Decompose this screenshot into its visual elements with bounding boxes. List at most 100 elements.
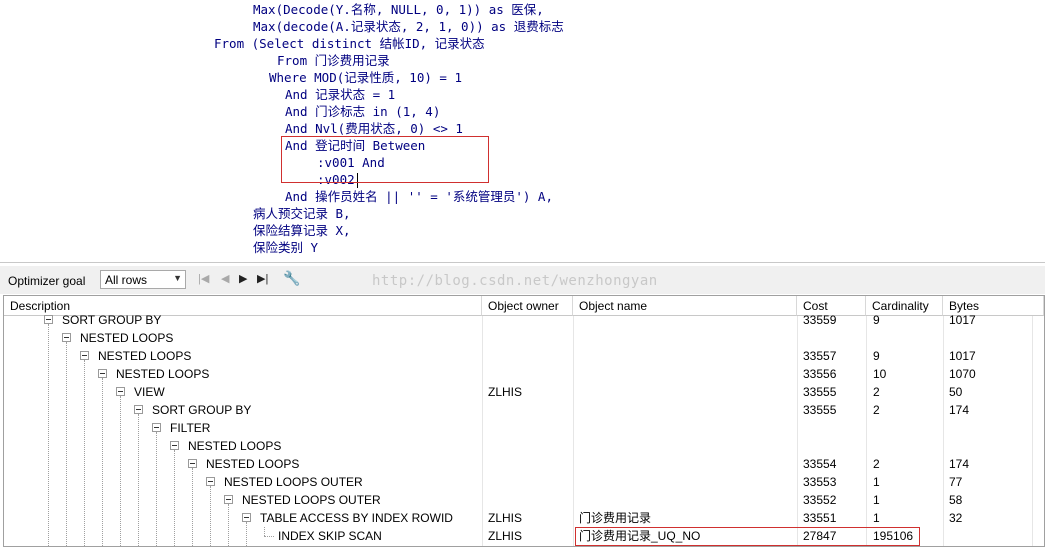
tree-connector: [246, 522, 248, 546]
highlight-box: [281, 136, 489, 183]
last-icon[interactable]: ▶|: [257, 272, 268, 285]
table-row[interactable]: NESTED LOOPS: [4, 437, 1044, 455]
tree-connector: [264, 527, 266, 536]
table-row[interactable]: NESTED LOOPS OUTER 33553 1 77: [4, 473, 1044, 491]
sql-line: From (Select distinct 结帐ID, 记录状态: [214, 36, 485, 51]
tree-connector: [264, 536, 274, 537]
plan-operation: SORT GROUP BY: [152, 403, 252, 417]
sql-line: From 门诊费用记录: [277, 53, 390, 68]
previous-icon[interactable]: ◀: [221, 272, 229, 285]
sql-line: And 记录状态 = 1: [285, 87, 396, 102]
plan-operation: NESTED LOOPS OUTER: [224, 475, 363, 489]
collapse-icon[interactable]: [98, 369, 107, 378]
sql-line: 保险类别 Y: [253, 240, 319, 255]
cardinality: 9: [873, 349, 880, 363]
cardinality: 9: [873, 313, 880, 327]
tree-connector: [120, 396, 122, 546]
table-row[interactable]: VIEW ZLHIS 33555 2 50: [4, 383, 1044, 401]
table-row[interactable]: NESTED LOOPS 33554 2 174: [4, 455, 1044, 473]
bytes: 32: [949, 511, 963, 525]
table-row[interactable]: NESTED LOOPS 33557 9 1017: [4, 347, 1044, 365]
collapse-icon[interactable]: [242, 513, 251, 522]
cardinality: 1: [873, 493, 880, 507]
sql-line: Where MOD(记录性质, 10) = 1: [269, 70, 462, 85]
sql-line: Max(decode(A.记录状态, 2, 1, 0)) as 退费标志: [253, 19, 564, 34]
sql-line: And 门诊标志 in (1, 4): [285, 104, 441, 119]
cost: 33557: [803, 349, 837, 363]
cardinality: 10: [873, 367, 887, 381]
sql-line: And 操作员姓名 || '' = '系统管理员') A,: [285, 189, 553, 204]
collapse-icon[interactable]: [116, 387, 125, 396]
cost: 33554: [803, 457, 837, 471]
cost: 33555: [803, 403, 837, 417]
plan-operation: NESTED LOOPS: [98, 349, 192, 363]
object-owner: ZLHIS: [488, 511, 523, 525]
sql-line: 病人预交记录 B,: [253, 206, 351, 221]
collapse-icon[interactable]: [44, 315, 53, 324]
table-row[interactable]: SORT GROUP BY 33559 9 1017: [4, 311, 1044, 329]
first-icon[interactable]: |◀: [198, 272, 209, 285]
plan-operation: INDEX SKIP SCAN: [278, 529, 382, 543]
watermark: http://blog.csdn.net/wenzhongyan: [372, 273, 658, 289]
table-row[interactable]: FILTER: [4, 419, 1044, 437]
bytes: 174: [949, 457, 970, 471]
bytes: 174: [949, 403, 970, 417]
collapse-icon[interactable]: [134, 405, 143, 414]
collapse-icon[interactable]: [80, 351, 89, 360]
cost: 33559: [803, 313, 837, 327]
table-row[interactable]: NESTED LOOPS OUTER 33552 1 58: [4, 491, 1044, 509]
optimizer-goal-value: All rows: [105, 273, 148, 287]
plan-operation: NESTED LOOPS: [116, 367, 210, 381]
collapse-icon[interactable]: [170, 441, 179, 450]
tree-connector: [138, 414, 140, 546]
table-row[interactable]: NESTED LOOPS 33556 10 1070: [4, 365, 1044, 383]
plan-operation: NESTED LOOPS OUTER: [242, 493, 381, 507]
tree-connector: [48, 324, 50, 546]
cost: 33553: [803, 475, 837, 489]
plan-operation: SORT GROUP BY: [62, 313, 162, 327]
wrench-icon[interactable]: 🔧: [283, 270, 300, 287]
bytes: 50: [949, 385, 963, 399]
bytes: 58: [949, 493, 963, 507]
bytes: 1070: [949, 367, 976, 381]
plan-operation: VIEW: [134, 385, 165, 399]
collapse-icon[interactable]: [188, 459, 197, 468]
object-owner: ZLHIS: [488, 385, 523, 399]
table-row[interactable]: NESTED LOOPS: [4, 329, 1044, 347]
highlight-box: [575, 527, 920, 546]
cost: 33551: [803, 511, 837, 525]
collapse-icon[interactable]: [224, 495, 233, 504]
collapse-icon[interactable]: [206, 477, 215, 486]
plan-operation: TABLE ACCESS BY INDEX ROWID: [260, 511, 453, 525]
optimizer-goal-label: Optimizer goal: [8, 274, 86, 288]
bytes: 1017: [949, 349, 976, 363]
cost: 33556: [803, 367, 837, 381]
bytes: 77: [949, 475, 963, 489]
plan-toolbar: Optimizer goal All rows ▼ |◀ ◀ ▶ ▶| 🔧 ht…: [0, 266, 1045, 294]
collapse-icon[interactable]: [152, 423, 161, 432]
plan-operation: NESTED LOOPS: [206, 457, 300, 471]
sql-editor[interactable]: Max(Decode(Y.名称, NULL, 0, 1)) as 医保, Max…: [0, 0, 1045, 263]
collapse-icon[interactable]: [62, 333, 71, 342]
optimizer-goal-select[interactable]: All rows ▼: [100, 270, 186, 289]
cardinality: 2: [873, 385, 880, 399]
cardinality: 1: [873, 511, 880, 525]
bytes: 1017: [949, 313, 976, 327]
next-icon[interactable]: ▶: [239, 272, 247, 285]
chevron-down-icon: ▼: [173, 273, 182, 283]
sql-line: Max(Decode(Y.名称, NULL, 0, 1)) as 医保,: [253, 2, 544, 17]
tree-connector: [174, 450, 176, 546]
cardinality: 2: [873, 457, 880, 471]
plan-operation: NESTED LOOPS: [188, 439, 282, 453]
tree-connector: [102, 378, 104, 546]
tree-connector: [156, 432, 158, 546]
tree-connector: [84, 360, 86, 546]
table-row[interactable]: SORT GROUP BY 33555 2 174: [4, 401, 1044, 419]
plan-operation: NESTED LOOPS: [80, 331, 174, 345]
explain-plan-grid[interactable]: Description Object owner Object name Cos…: [3, 295, 1045, 547]
table-row[interactable]: TABLE ACCESS BY INDEX ROWID ZLHIS 门诊费用记录 33…: [4, 509, 1044, 527]
sql-line: 保险结算记录 X,: [253, 223, 351, 238]
plan-operation: FILTER: [170, 421, 211, 435]
cost: 33552: [803, 493, 837, 507]
sql-line: And Nvl(费用状态, 0) <> 1: [285, 121, 463, 136]
